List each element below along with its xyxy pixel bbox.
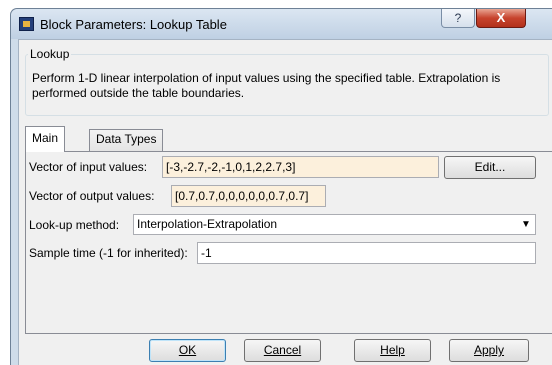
dialog-window: Block Parameters: Lookup Table ? X Looku… <box>10 8 552 365</box>
output-values-field[interactable]: [0.7,0.7,0,0,0,0,0,0.7,0.7] <box>171 185 326 207</box>
cancel-button[interactable]: Cancel <box>244 339 321 362</box>
help-button-label: Help <box>380 343 405 357</box>
ok-button[interactable]: OK <box>149 339 226 362</box>
main-tab-panel: Vector of input values: [-3,-2.7,-2,-1,0… <box>25 151 552 334</box>
button-bar: OK Cancel Help Apply <box>19 334 552 365</box>
output-values-label: Vector of output values: <box>29 189 155 203</box>
close-icon[interactable]: X <box>476 9 526 28</box>
apply-button-label: Apply <box>473 343 505 357</box>
help-button[interactable]: Help <box>354 339 431 362</box>
apply-button[interactable]: Apply <box>449 339 529 362</box>
tab-main[interactable]: Main <box>25 126 66 152</box>
lookup-method-value: Interpolation-Extrapolation <box>137 217 278 231</box>
sample-time-label: Sample time (-1 for inherited): <box>29 246 188 260</box>
dialog-client-area: Lookup Perform 1-D linear interpolation … <box>18 39 552 365</box>
cancel-button-label: Cancel <box>263 343 302 357</box>
group-legend: Lookup <box>28 47 72 61</box>
lookup-method-select[interactable]: Interpolation-Extrapolation ▼ <box>133 214 536 235</box>
help-icon[interactable]: ? <box>441 9 475 28</box>
window-title: Block Parameters: Lookup Table <box>40 17 227 32</box>
ok-button-label: OK <box>178 343 197 357</box>
input-values-label: Vector of input values: <box>29 160 148 174</box>
tab-data-types[interactable]: Data Types <box>89 129 164 151</box>
sample-time-field[interactable]: -1 <box>197 242 536 264</box>
edit-button[interactable]: Edit... <box>444 156 536 179</box>
input-values-field[interactable]: [-3,-2.7,-2,-1,0,1,2,2.7,3] <box>162 156 439 178</box>
lookup-method-label: Look-up method: <box>29 218 120 232</box>
simulink-app-icon <box>19 17 34 31</box>
block-description: Perform 1-D linear interpolation of inpu… <box>32 71 501 100</box>
chevron-down-icon[interactable]: ▼ <box>518 216 534 233</box>
